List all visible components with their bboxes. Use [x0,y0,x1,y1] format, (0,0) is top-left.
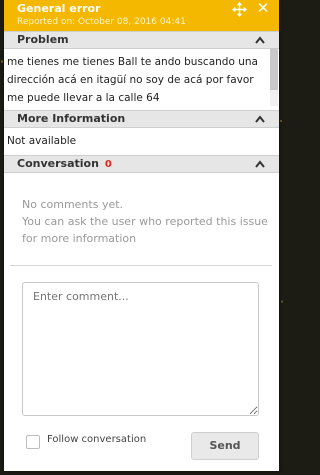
chevron-up-icon[interactable] [255,36,265,44]
follow-conversation-checkbox[interactable] [26,435,40,449]
send-button[interactable]: Send [191,432,259,460]
scrollbar-thumb[interactable] [270,48,278,90]
problem-section-header[interactable]: Problem [4,31,279,49]
move-icon[interactable] [232,2,247,17]
panel-title: General error [17,2,101,15]
background-speck [1,60,3,63]
problem-scrollbar[interactable] [270,48,278,106]
conversation-section-header[interactable]: Conversation 0 [4,155,279,173]
more-info-section-title: More Information [17,112,126,125]
no-comments-hint: You can ask the user who reported this i… [22,215,268,245]
reported-on-text: Reported on: October 08, 2016 04:41 [17,17,186,27]
background-speck [281,300,283,303]
more-info-section-header[interactable]: More Information [4,110,279,128]
close-icon[interactable]: ✕ [256,0,270,16]
background-speck [280,120,282,122]
conversation-section-title-row: Conversation 0 [17,156,112,173]
problem-text: me tienes me tienes Ball te ando buscand… [7,56,258,104]
comment-count-badge: 0 [104,159,112,170]
follow-conversation-label[interactable]: Follow conversation [47,434,146,445]
chevron-up-icon[interactable] [255,160,265,168]
divider [10,265,272,266]
comment-input[interactable] [22,282,259,416]
error-report-panel: General error Reported on: October 08, 2… [4,0,279,471]
chevron-up-icon[interactable] [255,115,265,123]
conversation-section-title: Conversation [17,157,99,170]
problem-section-title: Problem [17,33,69,46]
panel-header[interactable]: General error Reported on: October 08, 2… [4,0,279,31]
no-comments-title: No comments yet. [22,198,124,211]
no-comments-message: No comments yet. You can ask the user wh… [22,196,272,247]
more-info-text: Not available [7,135,77,147]
